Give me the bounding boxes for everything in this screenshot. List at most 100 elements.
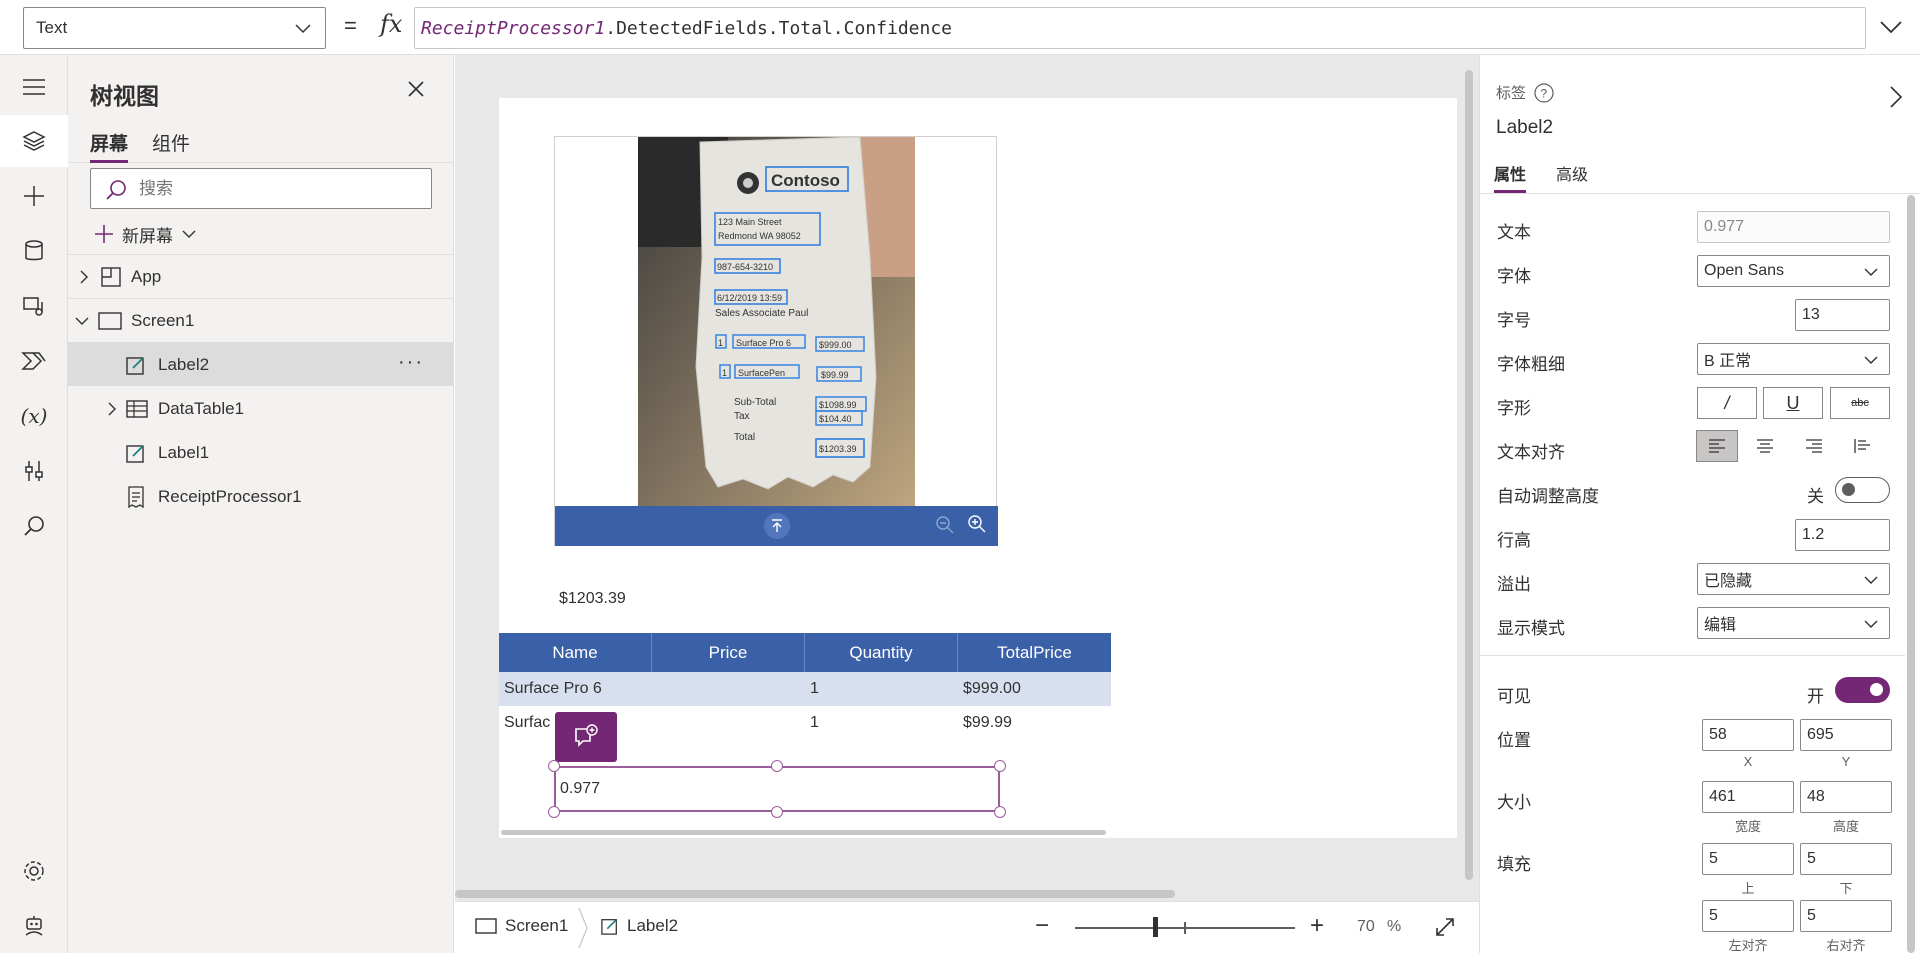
zoom-in-button[interactable]: + <box>1310 912 1324 940</box>
tree-item-label1[interactable]: Label1 <box>68 430 454 474</box>
table-row[interactable]: Surface Pro 6 1 $999.00 <box>499 672 1111 706</box>
upload-icon[interactable] <box>763 512 791 540</box>
control-name[interactable]: Label2 <box>1496 117 1553 139</box>
tree-item-receiptprocessor1[interactable]: ReceiptProcessor1 <box>68 474 454 518</box>
formula-input[interactable]: ReceiptProcessor1 .DetectedFields.Total.C… <box>414 7 1866 49</box>
receipt-processor-control[interactable]: Contoso 123 Main Street Redmond WA 98052… <box>554 136 998 546</box>
insert-plus-icon[interactable] <box>0 170 68 222</box>
prop-lineheight-input[interactable]: 1.2 <box>1795 519 1890 551</box>
receipt-photo: Contoso 123 Main Street Redmond WA 98052… <box>638 137 915 506</box>
zoom-slider-thumb[interactable] <box>1153 917 1158 937</box>
chevron-right-icon[interactable] <box>1886 85 1906 109</box>
tab-components[interactable]: 组件 <box>152 125 190 163</box>
autoheight-toggle[interactable] <box>1835 477 1890 503</box>
column-header[interactable]: Name <box>499 633 652 672</box>
canvas-horizontal-scrollbar[interactable] <box>455 890 1175 898</box>
column-header[interactable]: Quantity <box>805 633 958 672</box>
settings-gear-icon[interactable] <box>0 845 68 897</box>
tab-properties[interactable]: 属性 <box>1494 161 1527 193</box>
position-y-input[interactable]: 695 <box>1800 719 1892 751</box>
zoom-out-button[interactable]: − <box>1035 912 1049 940</box>
zoom-out-icon[interactable] <box>935 515 955 535</box>
width-caption: 宽度 <box>1734 819 1761 834</box>
properties-scrollbar[interactable] <box>1907 195 1915 953</box>
tree-view-title: 树视图 <box>90 83 159 109</box>
canvas-vertical-scrollbar[interactable] <box>1465 70 1473 880</box>
virtual-agent-icon[interactable] <box>0 900 68 952</box>
position-x-input[interactable]: 58 <box>1702 719 1794 751</box>
more-options-icon[interactable]: ··· <box>398 351 424 374</box>
prop-position-label: 位置 <box>1497 731 1531 750</box>
prop-font-dropdown[interactable]: Open Sans <box>1697 255 1890 287</box>
italic-button[interactable]: / <box>1697 387 1757 419</box>
prop-displaymode-dropdown[interactable]: 编辑 <box>1697 607 1890 639</box>
width-input[interactable]: 461 <box>1702 781 1794 813</box>
padding-top-input[interactable]: 5 <box>1702 843 1794 875</box>
chevron-right-icon[interactable] <box>76 269 92 285</box>
height-input[interactable]: 48 <box>1800 781 1892 813</box>
prop-overflow-dropdown[interactable]: 已隐藏 <box>1697 563 1890 595</box>
resize-handle[interactable] <box>771 760 783 772</box>
receipt-tax-label: Tax <box>734 411 750 422</box>
resize-handle[interactable] <box>771 806 783 818</box>
media-icon[interactable] <box>0 280 68 332</box>
fit-to-window-icon[interactable] <box>1433 915 1457 939</box>
visible-toggle[interactable] <box>1835 677 1890 703</box>
receipt-subtotal-value: $1098.99 <box>819 400 857 410</box>
add-comment-button[interactable] <box>555 712 617 762</box>
tree-view-layers-icon[interactable] <box>0 115 68 167</box>
breadcrumb-screen1[interactable]: Screen1 <box>475 916 568 936</box>
prop-text-input[interactable]: 0.977 <box>1697 211 1890 243</box>
table-cell: 1 <box>810 714 819 731</box>
align-justify-button[interactable] <box>1841 430 1883 462</box>
receipt-subtotal-label: Sub-Total <box>734 397 776 408</box>
help-icon[interactable]: ? <box>1534 82 1554 103</box>
receipt-line1-name: Surface Pro 6 <box>736 338 791 348</box>
resize-handle[interactable] <box>548 760 560 772</box>
breadcrumb-label2[interactable]: Label2 <box>601 916 678 936</box>
power-automate-icon[interactable] <box>0 335 68 387</box>
tree-item-app[interactable]: App <box>68 254 454 298</box>
strikethrough-button[interactable]: abc <box>1830 387 1890 419</box>
advanced-tools-icon[interactable] <box>0 445 68 497</box>
prop-weight-dropdown[interactable]: B 正常 <box>1697 343 1890 375</box>
prop-fontsize-input[interactable]: 13 <box>1795 299 1890 331</box>
tab-screens[interactable]: 屏幕 <box>90 125 129 163</box>
padding-left-input[interactable]: 5 <box>1702 900 1794 932</box>
chevron-down-icon <box>182 230 196 238</box>
chevron-right-icon[interactable] <box>104 401 120 417</box>
resize-handle[interactable] <box>994 806 1006 818</box>
tree-item-label2[interactable]: Label2 ··· <box>68 342 454 386</box>
hamburger-menu-icon[interactable] <box>0 61 68 113</box>
tree-item-screen1[interactable]: Screen1 <box>68 298 454 342</box>
underline-button[interactable]: U <box>1763 387 1823 419</box>
tree-search-input[interactable] <box>139 175 419 203</box>
tree-item-datatable1[interactable]: DataTable1 <box>68 386 454 430</box>
padding-bottom-input[interactable]: 5 <box>1800 843 1892 875</box>
data-cylinder-icon[interactable] <box>0 225 68 277</box>
resize-handle[interactable] <box>548 806 560 818</box>
new-screen-button[interactable]: 新屏幕 <box>94 219 197 249</box>
property-dropdown[interactable]: Text <box>23 7 326 49</box>
align-left-button[interactable] <box>1696 430 1738 462</box>
total-label[interactable]: $1203.39 <box>559 590 626 608</box>
zoom-value[interactable]: 70 <box>1357 918 1375 936</box>
search-icon[interactable] <box>0 500 68 552</box>
properties-panel: 标签 ? Label2 属性 高级 文本 0.977 字体 Open Sans … <box>1479 55 1920 953</box>
zoom-in-icon[interactable] <box>967 514 987 534</box>
variables-icon[interactable]: (𝑥) <box>0 390 68 442</box>
close-icon[interactable] <box>406 79 426 99</box>
column-header[interactable]: TotalPrice <box>958 633 1111 672</box>
receipt-line2-price: $99.99 <box>821 370 849 380</box>
align-center-button[interactable] <box>1744 430 1786 462</box>
padding-top-value: 5 <box>1709 850 1718 867</box>
column-header[interactable]: Price <box>652 633 805 672</box>
resize-handle[interactable] <box>994 760 1006 772</box>
align-right-button[interactable] <box>1793 430 1835 462</box>
expand-formula-chevron-icon[interactable] <box>1876 12 1906 42</box>
padding-right-input[interactable]: 5 <box>1800 900 1892 932</box>
tab-advanced[interactable]: 高级 <box>1556 161 1588 193</box>
table-horizontal-scrollbar[interactable] <box>501 830 1106 835</box>
receipt-associate: Sales Associate Paul <box>715 308 808 319</box>
chevron-down-icon[interactable] <box>74 313 90 329</box>
